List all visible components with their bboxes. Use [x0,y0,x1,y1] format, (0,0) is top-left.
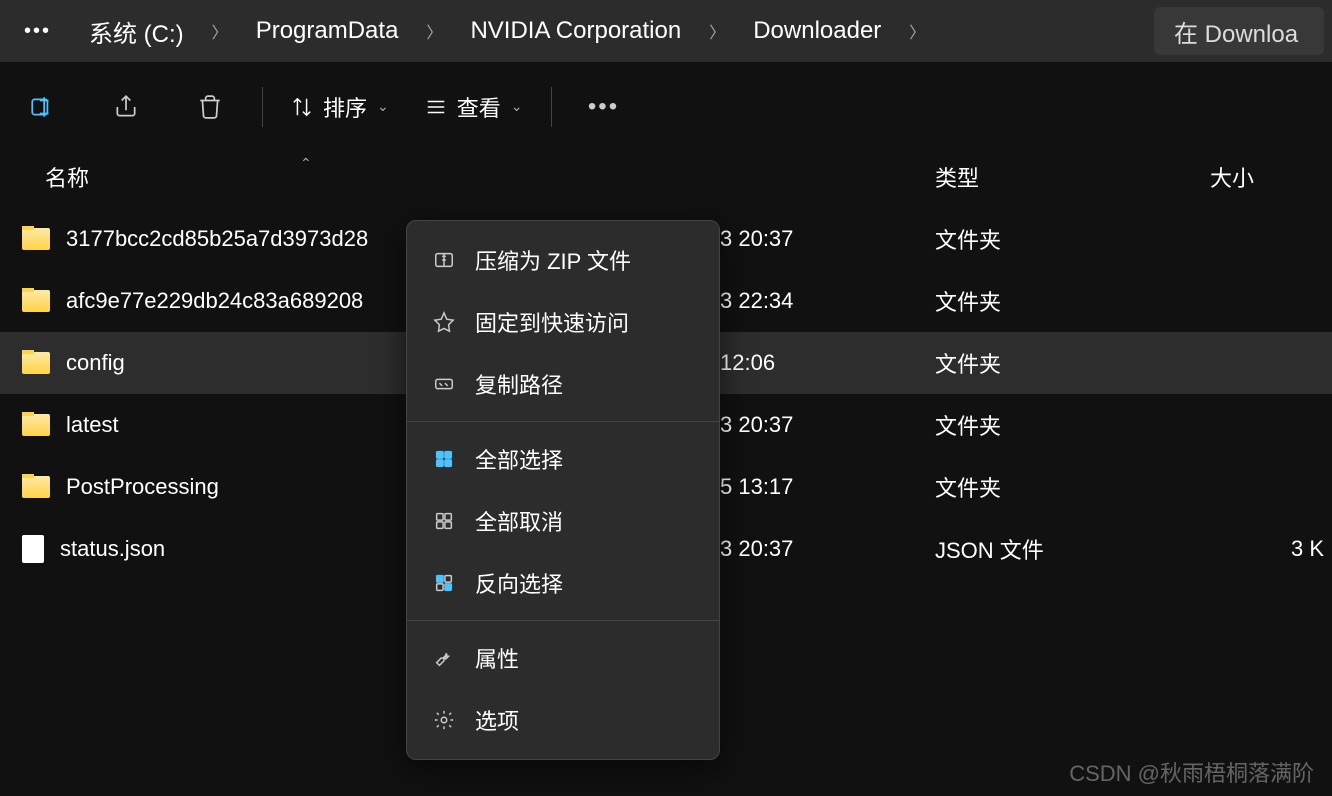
file-type: 文件夹 [930,223,1200,255]
file-name: afc9e77e229db24c83a689208 [66,288,363,314]
chevron-right-icon[interactable]: 〉 [903,19,931,43]
wrench-icon [431,645,457,671]
file-type: 文件夹 [930,471,1200,503]
context-menu: 压缩为 ZIP 文件 固定到快速访问 复制路径 全部选择 全部取消 反向选择 [406,220,720,760]
menu-pin-quick-access[interactable]: 固定到快速访问 [407,291,719,353]
view-label: 查看 [457,91,501,123]
chevron-down-icon: ⌄ [377,98,389,115]
file-type: JSON 文件 [930,533,1200,565]
chevron-right-icon: 〉 [420,19,448,43]
chevron-down-icon: ⌄ [511,98,523,115]
more-icon[interactable]: ••• [574,82,634,132]
breadcrumb-item[interactable]: ProgramData [238,9,417,53]
separator [551,87,552,127]
rename-icon[interactable] [12,82,72,132]
menu-invert-selection[interactable]: 反向选择 [407,552,719,614]
breadcrumb-overflow[interactable]: ••• [8,20,67,43]
sort-icon [291,96,313,118]
chevron-right-icon: 〉 [206,19,234,43]
search-input[interactable]: 在 Downloa [1154,7,1324,55]
file-icon [22,535,44,563]
column-size[interactable]: 大小 [1200,161,1332,193]
breadcrumb: ••• 系统 (C:) 〉 ProgramData 〉 NVIDIA Corpo… [0,0,1332,62]
menu-compress-zip[interactable]: 压缩为 ZIP 文件 [407,229,719,291]
menu-options[interactable]: 选项 [407,689,719,751]
watermark: CSDN @秋雨梧桐落满阶 [1069,756,1314,788]
select-all-icon [431,446,457,472]
folder-icon [22,290,50,312]
file-size: 3 K [1200,536,1332,562]
menu-select-all[interactable]: 全部选择 [407,428,719,490]
breadcrumb-item[interactable]: NVIDIA Corporation [452,9,699,53]
path-icon [431,371,457,397]
view-icon [425,96,447,118]
column-headers: 名称 ⌃ 类型 大小 [0,152,1332,202]
breadcrumb-item[interactable]: 系统 (C:) [71,6,202,57]
select-none-icon [431,508,457,534]
toolbar: 排序 ⌄ 查看 ⌄ ••• [0,62,1332,152]
menu-copy-path[interactable]: 复制路径 [407,353,719,415]
file-type: 文件夹 [930,285,1200,317]
invert-icon [431,570,457,596]
column-type[interactable]: 类型 [930,161,1200,193]
view-dropdown[interactable]: 查看 ⌄ [407,82,541,132]
menu-select-none[interactable]: 全部取消 [407,490,719,552]
folder-icon [22,476,50,498]
zip-icon [431,247,457,273]
delete-icon[interactable] [180,82,240,132]
file-type: 文件夹 [930,409,1200,441]
folder-icon [22,414,50,436]
folder-icon [22,228,50,250]
chevron-right-icon: 〉 [703,19,731,43]
breadcrumb-item[interactable]: Downloader [735,9,899,53]
separator [407,620,719,621]
file-name: PostProcessing [66,474,219,500]
separator [407,421,719,422]
file-name: status.json [60,536,165,562]
gear-icon [431,707,457,733]
share-icon[interactable] [96,82,156,132]
pin-icon [431,309,457,335]
file-name: latest [66,412,119,438]
menu-properties[interactable]: 属性 [407,627,719,689]
folder-icon [22,352,50,374]
separator [262,87,263,127]
column-name[interactable]: 名称 ⌃ [0,161,530,193]
file-name: config [66,350,125,376]
sort-dropdown[interactable]: 排序 ⌄ [273,82,407,132]
sort-indicator-icon: ⌃ [300,155,312,172]
file-type: 文件夹 [930,347,1200,379]
sort-label: 排序 [323,91,367,123]
file-name: 3177bcc2cd85b25a7d3973d28 [66,226,368,252]
